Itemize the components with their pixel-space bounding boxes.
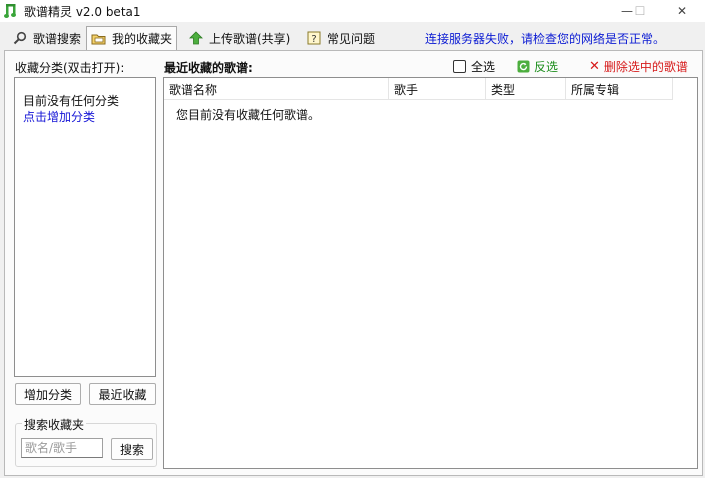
tab-song-search-label: 歌谱搜索 [33, 31, 82, 46]
folder-icon [91, 31, 107, 47]
tab-upload-label: 上传歌谱(共享) [209, 31, 291, 46]
invert-label: 反选 [534, 60, 559, 74]
column-header-song-name[interactable]: 歌谱名称 [164, 78, 389, 100]
select-all-checkbox[interactable]: 全选 [453, 58, 495, 75]
up-arrow-icon [188, 30, 204, 46]
title-bar: 歌谱精灵 v2.0 beta1 — ☐ ✕ [0, 0, 705, 22]
maximize-button[interactable]: ☐ [626, 0, 654, 22]
tab-song-search[interactable]: 歌谱搜索 [8, 27, 85, 49]
close-button[interactable]: ✕ [665, 0, 699, 22]
column-header-type[interactable]: 类型 [486, 78, 566, 100]
search-favorites-group: 搜索收藏夹 搜索 [15, 416, 157, 467]
column-header-artist[interactable]: 歌手 [389, 78, 486, 100]
category-list[interactable]: 目前没有任何分类 点击增加分类 [14, 77, 156, 377]
magnifier-icon [12, 30, 28, 46]
categories-heading: 收藏分类(双击打开): [15, 61, 125, 75]
invert-selection-button[interactable]: 反选 [517, 58, 558, 75]
recent-favorites-button[interactable]: 最近收藏 [89, 383, 156, 405]
svg-text:?: ? [311, 34, 316, 45]
favorites-panel: 收藏分类(双击打开): 目前没有任何分类 点击增加分类 增加分类 最近收藏 搜索… [4, 50, 703, 476]
tab-faq[interactable]: ? 常见问题 [302, 27, 379, 49]
delete-x-icon: ✕ [589, 59, 600, 74]
add-category-button[interactable]: 增加分类 [15, 383, 81, 405]
tab-my-favorites-label: 我的收藏夹 [112, 32, 173, 46]
recent-heading: 最近收藏的歌谱: [164, 61, 253, 75]
music-note-app-icon [4, 3, 18, 19]
tab-faq-label: 常见问题 [327, 31, 376, 46]
refresh-icon [517, 60, 530, 73]
checkbox-box[interactable] [453, 60, 466, 73]
tab-upload[interactable]: 上传歌谱(共享) [184, 27, 294, 49]
search-favorites-input[interactable] [21, 438, 103, 458]
search-favorites-title: 搜索收藏夹 [22, 416, 87, 433]
search-favorites-button[interactable]: 搜索 [111, 438, 153, 460]
help-icon: ? [306, 30, 322, 46]
recent-songs-list[interactable]: 歌谱名称 歌手 类型 所属专辑 您目前没有收藏任何歌谱。 [163, 77, 698, 469]
connection-status-message: 连接服务器失败，请检查您的网络是否正常。 [425, 32, 666, 46]
category-empty-text: 目前没有任何分类 [23, 94, 120, 108]
select-all-label: 全选 [471, 60, 496, 74]
tab-my-favorites[interactable]: 我的收藏夹 [86, 26, 178, 50]
column-header-album[interactable]: 所属专辑 [566, 78, 673, 100]
tab-strip: 歌谱搜索 我的收藏夹 上传歌谱(共享) ? 常见问题 连接服务器失败，请检查您的… [0, 22, 705, 50]
delete-selected-button[interactable]: ✕ 删除选中的歌谱 [589, 58, 688, 75]
delete-label: 删除选中的歌谱 [603, 60, 688, 74]
list-header: 歌谱名称 歌手 类型 所属专辑 [164, 78, 673, 100]
add-category-link[interactable]: 点击增加分类 [23, 108, 95, 125]
window-title: 歌谱精灵 v2.0 beta1 [24, 5, 141, 19]
list-empty-text: 您目前没有收藏任何歌谱。 [176, 108, 321, 122]
